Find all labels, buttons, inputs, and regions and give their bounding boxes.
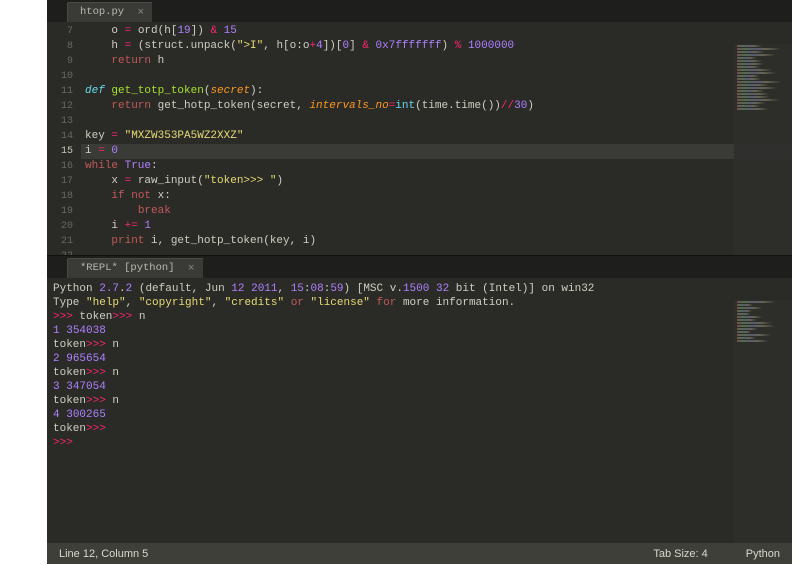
line-number: 22 <box>47 249 73 255</box>
line-number: 16 <box>47 159 73 174</box>
code-line[interactable]: while True: <box>85 159 792 174</box>
line-number: 12 <box>47 99 73 114</box>
editor-pane-bottom: *REPL* [python] × Python 2.7.2 (default,… <box>47 256 792 543</box>
line-number: 13 <box>47 114 73 129</box>
code-line[interactable]: key = "MXZW353PA5WZ2XXZ" <box>85 129 792 144</box>
code-line[interactable]: print i, get_hotp_token(key, i) <box>85 234 792 249</box>
line-number: 19 <box>47 204 73 219</box>
code-line[interactable]: break <box>85 204 792 219</box>
tab-htop[interactable]: htop.py × <box>67 2 153 22</box>
line-number: 15 <box>47 144 73 159</box>
code-line[interactable]: x = raw_input("token>>> ") <box>85 174 792 189</box>
code-content[interactable]: o = ord(h[19]) & 15 h = (struct.unpack("… <box>81 22 792 255</box>
minimap[interactable] <box>734 300 792 543</box>
repl-content[interactable]: Python 2.7.2 (default, Jun 12 2011, 15:0… <box>47 278 792 543</box>
line-gutter: 78910111213141516171819202122 <box>47 22 81 255</box>
code-line[interactable]: if not x: <box>85 189 792 204</box>
tab-bar-bottom: *REPL* [python] × <box>47 256 792 278</box>
code-line[interactable]: i = 0 <box>85 144 792 159</box>
line-number: 10 <box>47 69 73 84</box>
code-line[interactable]: i += 1 <box>85 219 792 234</box>
status-tab-size[interactable]: Tab Size: 4 <box>653 548 707 560</box>
repl-line[interactable]: token>>> n <box>53 366 786 380</box>
code-body-bottom[interactable]: Python 2.7.2 (default, Jun 12 2011, 15:0… <box>47 278 792 543</box>
repl-line[interactable]: token>>> n <box>53 394 786 408</box>
code-line[interactable]: o = ord(h[19]) & 15 <box>85 24 792 39</box>
line-number: 21 <box>47 234 73 249</box>
code-line[interactable] <box>85 249 792 255</box>
line-number: 9 <box>47 54 73 69</box>
editor-pane-top: htop.py × 78910111213141516171819202122 … <box>47 0 792 255</box>
code-body-top[interactable]: 78910111213141516171819202122 o = ord(h[… <box>47 22 792 255</box>
code-line[interactable]: h = (struct.unpack(">I", h[o:o+4])[0] & … <box>85 39 792 54</box>
line-number: 18 <box>47 189 73 204</box>
code-line[interactable]: return h <box>85 54 792 69</box>
repl-line[interactable]: Type "help", "copyright", "credits" or "… <box>53 296 786 310</box>
repl-line[interactable]: 2 965654 <box>53 352 786 366</box>
status-position[interactable]: Line 12, Column 5 <box>59 548 148 560</box>
close-icon[interactable]: × <box>188 263 195 275</box>
repl-line[interactable]: 1 354038 <box>53 324 786 338</box>
line-number: 14 <box>47 129 73 144</box>
tab-bar-top: htop.py × <box>47 0 792 22</box>
line-number: 17 <box>47 174 73 189</box>
line-number: 20 <box>47 219 73 234</box>
repl-line[interactable]: Python 2.7.2 (default, Jun 12 2011, 15:0… <box>53 282 786 296</box>
line-number: 8 <box>47 39 73 54</box>
repl-line[interactable]: >>> <box>53 436 786 450</box>
close-icon[interactable]: × <box>138 7 145 19</box>
editor-area: htop.py × 78910111213141516171819202122 … <box>47 0 792 543</box>
repl-line[interactable]: 4 300265 <box>53 408 786 422</box>
repl-line[interactable]: token>>> <box>53 422 786 436</box>
app-window: htop.py × 78910111213141516171819202122 … <box>0 0 800 565</box>
repl-line[interactable]: >>> token>>> n <box>53 310 786 324</box>
code-line[interactable] <box>85 114 792 129</box>
tab-repl[interactable]: *REPL* [python] × <box>67 258 204 278</box>
repl-line[interactable]: token>>> n <box>53 338 786 352</box>
tab-label: htop.py <box>80 6 124 18</box>
status-language[interactable]: Python <box>746 548 780 560</box>
line-number: 7 <box>47 24 73 39</box>
code-line[interactable] <box>85 69 792 84</box>
line-number: 11 <box>47 84 73 99</box>
status-bar: Line 12, Column 5 Tab Size: 4 Python <box>47 543 792 564</box>
code-line[interactable]: return get_hotp_token(secret, intervals_… <box>85 99 792 114</box>
tab-label: *REPL* [python] <box>80 262 175 274</box>
code-line[interactable]: def get_totp_token(secret): <box>85 84 792 99</box>
repl-line[interactable]: 3 347054 <box>53 380 786 394</box>
